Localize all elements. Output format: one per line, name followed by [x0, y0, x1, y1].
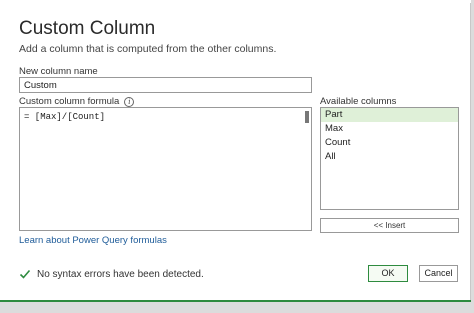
custom-column-dialog: Custom Column Add a column that is compu… — [0, 0, 471, 302]
ok-button[interactable]: OK — [368, 265, 408, 282]
cancel-button[interactable]: Cancel — [419, 265, 458, 282]
learn-formulas-link[interactable]: Learn about Power Query formulas — [19, 235, 167, 246]
available-columns-list[interactable]: Part Max Count All — [320, 107, 459, 210]
column-item-max[interactable]: Max — [321, 122, 458, 136]
formula-label: Custom column formula — [19, 96, 120, 107]
syntax-status: No syntax errors have been detected. — [19, 268, 204, 280]
dialog-bottom-accent — [0, 300, 471, 302]
status-text: No syntax errors have been detected. — [37, 268, 204, 280]
new-column-name-input[interactable] — [19, 77, 312, 93]
column-item-part[interactable]: Part — [321, 108, 458, 122]
info-icon[interactable]: i — [124, 96, 135, 107]
dialog-top-border — [0, 0, 471, 3]
available-columns-label: Available columns — [320, 96, 397, 107]
column-item-all[interactable]: All — [321, 150, 458, 164]
formula-text[interactable]: = [Max]/[Count] — [24, 112, 105, 122]
formula-scrollbar[interactable] — [305, 111, 309, 123]
dialog-subtitle: Add a column that is computed from the o… — [19, 43, 277, 55]
new-column-name-label: New column name — [19, 66, 98, 77]
insert-button[interactable]: << Insert — [320, 218, 459, 233]
check-icon — [19, 269, 31, 279]
formula-label-row: Custom column formula i — [19, 96, 135, 107]
dialog-title: Custom Column — [19, 18, 156, 39]
column-item-count[interactable]: Count — [321, 136, 458, 150]
formula-editor[interactable]: = [Max]/[Count] — [19, 107, 312, 231]
